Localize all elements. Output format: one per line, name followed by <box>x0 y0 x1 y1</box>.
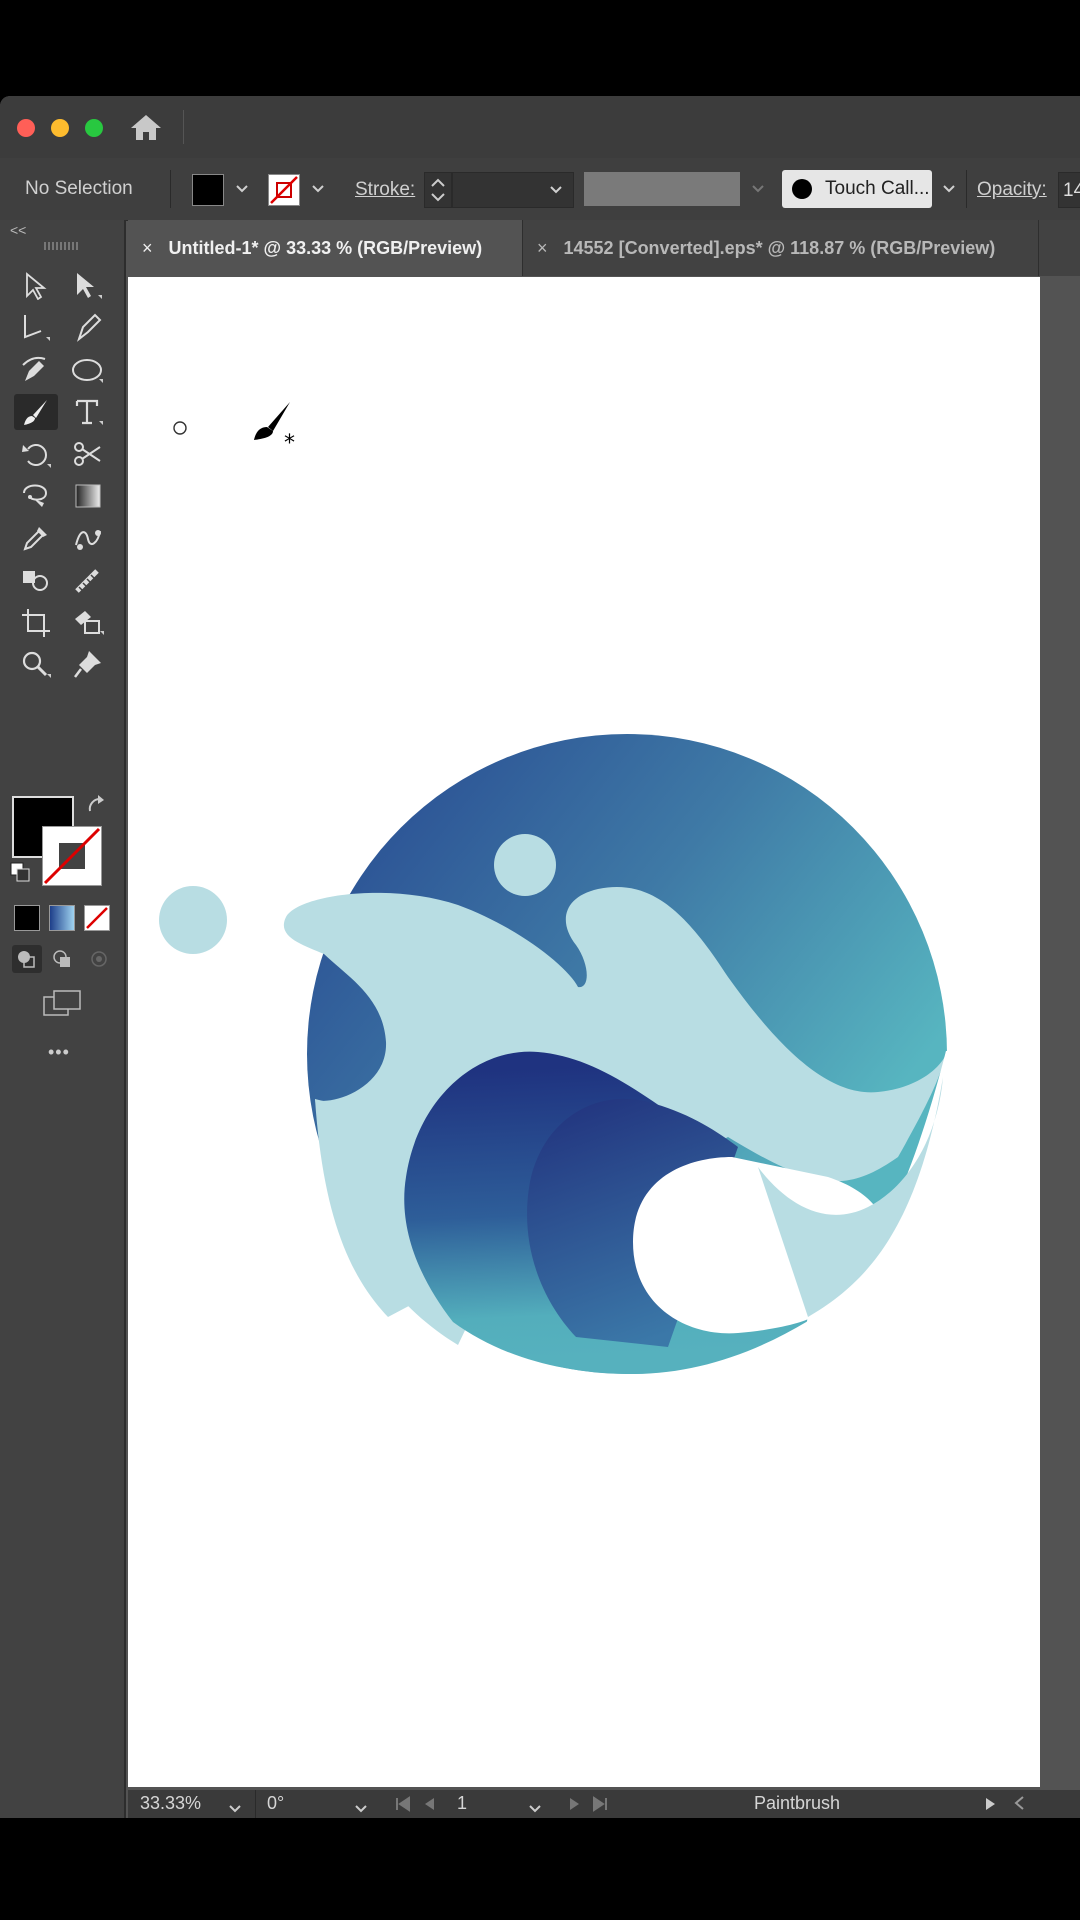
fill-color-swatch[interactable] <box>192 174 224 206</box>
zoom-window-button[interactable] <box>85 119 103 137</box>
last-artboard-icon[interactable] <box>591 1796 609 1817</box>
pen-tool-icon[interactable] <box>68 310 108 346</box>
scroll-left-icon[interactable] <box>1012 1795 1026 1816</box>
illustrator-window: No Selection Stroke: Touch Call... Opaci… <box>0 96 1080 1818</box>
pin-tool-icon[interactable] <box>68 646 108 682</box>
status-menu-arrow-icon[interactable] <box>984 1796 998 1817</box>
brush-chevron-icon[interactable] <box>936 174 962 204</box>
minimize-window-button[interactable] <box>51 119 69 137</box>
screen-mode-icon[interactable] <box>42 989 82 1024</box>
stroke-label[interactable]: Stroke: <box>355 179 415 201</box>
opacity-field[interactable]: 14 <box>1058 172 1080 208</box>
profile-chevron-icon[interactable] <box>745 174 771 204</box>
stroke-swatch[interactable] <box>42 826 102 886</box>
rotate-tool-icon[interactable] <box>16 436 56 472</box>
artboard-tool-icon[interactable] <box>16 604 56 640</box>
close-window-button[interactable] <box>17 119 35 137</box>
status-bar: 33.33% 0° 1 Paintbrush <box>128 1790 1080 1818</box>
stroke-weight-field[interactable] <box>452 172 574 208</box>
collapse-panel-button[interactable]: << <box>10 222 26 238</box>
measure-tool-icon[interactable] <box>68 562 108 598</box>
svg-text:*: * <box>284 431 295 456</box>
rotation-value[interactable]: 0° <box>267 1793 284 1814</box>
swap-fill-stroke-icon[interactable] <box>84 793 108 822</box>
panel-grip[interactable] <box>44 242 80 250</box>
tab-label: Untitled-1* @ 33.33 % (RGB/Preview) <box>168 237 483 258</box>
close-tab-icon[interactable]: × <box>537 238 548 259</box>
more-tools-button[interactable]: ••• <box>48 1042 70 1063</box>
puppet-warp-tool-icon[interactable] <box>16 478 56 514</box>
variable-width-profile[interactable] <box>584 172 740 206</box>
default-fill-stroke-icon[interactable] <box>10 862 32 889</box>
curvature-tool-icon[interactable] <box>16 352 56 388</box>
control-bar: No Selection Stroke: Touch Call... Opaci… <box>0 158 1080 221</box>
foam-dot-small[interactable] <box>494 834 556 896</box>
selection-status: No Selection <box>25 178 133 199</box>
foam-dot-left[interactable] <box>159 886 227 954</box>
title-bar <box>0 96 1080 159</box>
none-mode-icon[interactable] <box>84 905 110 931</box>
type-tool-icon[interactable] <box>68 394 108 430</box>
brush-dot-icon <box>792 179 812 199</box>
draw-normal-icon[interactable] <box>12 945 42 973</box>
scissors-tool-icon[interactable] <box>68 436 108 472</box>
tab-label: 14552 [Converted].eps* @ 118.87 % (RGB/P… <box>563 237 996 258</box>
document-tabs: × Untitled-1* @ 33.33 % (RGB/Preview) × … <box>128 220 1080 276</box>
tools-panel: << ••• <box>0 220 126 1818</box>
paintbrush-tool-icon[interactable] <box>14 394 58 430</box>
color-mode-icon[interactable] <box>14 905 40 931</box>
eyedropper-tool-icon[interactable] <box>16 520 56 556</box>
tab-untitled-1[interactable]: × Untitled-1* @ 33.33 % (RGB/Preview) <box>128 220 522 276</box>
tab-14552-converted[interactable]: × 14552 [Converted].eps* @ 118.87 % (RGB… <box>523 220 1025 276</box>
opacity-label[interactable]: Opacity: <box>977 179 1047 201</box>
paintbrush-cursor-icon: * <box>254 402 295 456</box>
draw-inside-icon[interactable] <box>84 945 114 973</box>
gradient-mode-icon[interactable] <box>49 905 75 931</box>
selection-tool-icon[interactable] <box>16 268 56 304</box>
stroke-dropdown-chevron-icon[interactable] <box>305 174 331 204</box>
ellipse-tool-icon[interactable] <box>68 352 108 388</box>
fill-dropdown-chevron-icon[interactable] <box>229 174 255 204</box>
next-artboard-icon[interactable] <box>568 1796 582 1817</box>
artboard-chevron-icon[interactable] <box>528 1798 542 1818</box>
gradient-tool-icon[interactable] <box>68 478 108 514</box>
live-paint-tool-icon[interactable] <box>68 604 108 640</box>
blend-tool-icon[interactable] <box>68 520 108 556</box>
previous-artboard-icon[interactable] <box>422 1796 436 1817</box>
close-tab-icon[interactable]: × <box>142 238 153 259</box>
zoom-chevron-icon[interactable] <box>228 1798 242 1818</box>
brush-name: Touch Call... <box>825 178 930 199</box>
draw-behind-icon[interactable] <box>48 945 78 973</box>
brush-definition-dropdown[interactable]: Touch Call... <box>782 170 932 208</box>
group-selection-tool-icon[interactable] <box>16 310 56 346</box>
direct-selection-tool-icon[interactable] <box>68 268 108 304</box>
artboard-number[interactable]: 1 <box>457 1793 467 1814</box>
stroke-color-swatch[interactable] <box>268 174 300 206</box>
wave-illustration[interactable]: * <box>128 277 1040 1787</box>
opacity-value: 14 <box>1063 180 1080 201</box>
current-tool-label: Paintbrush <box>754 1793 841 1813</box>
cursor-circle-icon <box>173 421 187 435</box>
stroke-weight-stepper[interactable] <box>424 172 452 208</box>
rotation-chevron-icon[interactable] <box>354 1798 368 1818</box>
zoom-level[interactable]: 33.33% <box>140 1793 201 1814</box>
home-icon[interactable] <box>129 112 163 142</box>
shape-builder-tool-icon[interactable] <box>16 562 56 598</box>
first-artboard-icon[interactable] <box>394 1796 412 1817</box>
zoom-tool-icon[interactable] <box>16 646 56 682</box>
artboard-canvas[interactable]: * <box>128 277 1040 1787</box>
